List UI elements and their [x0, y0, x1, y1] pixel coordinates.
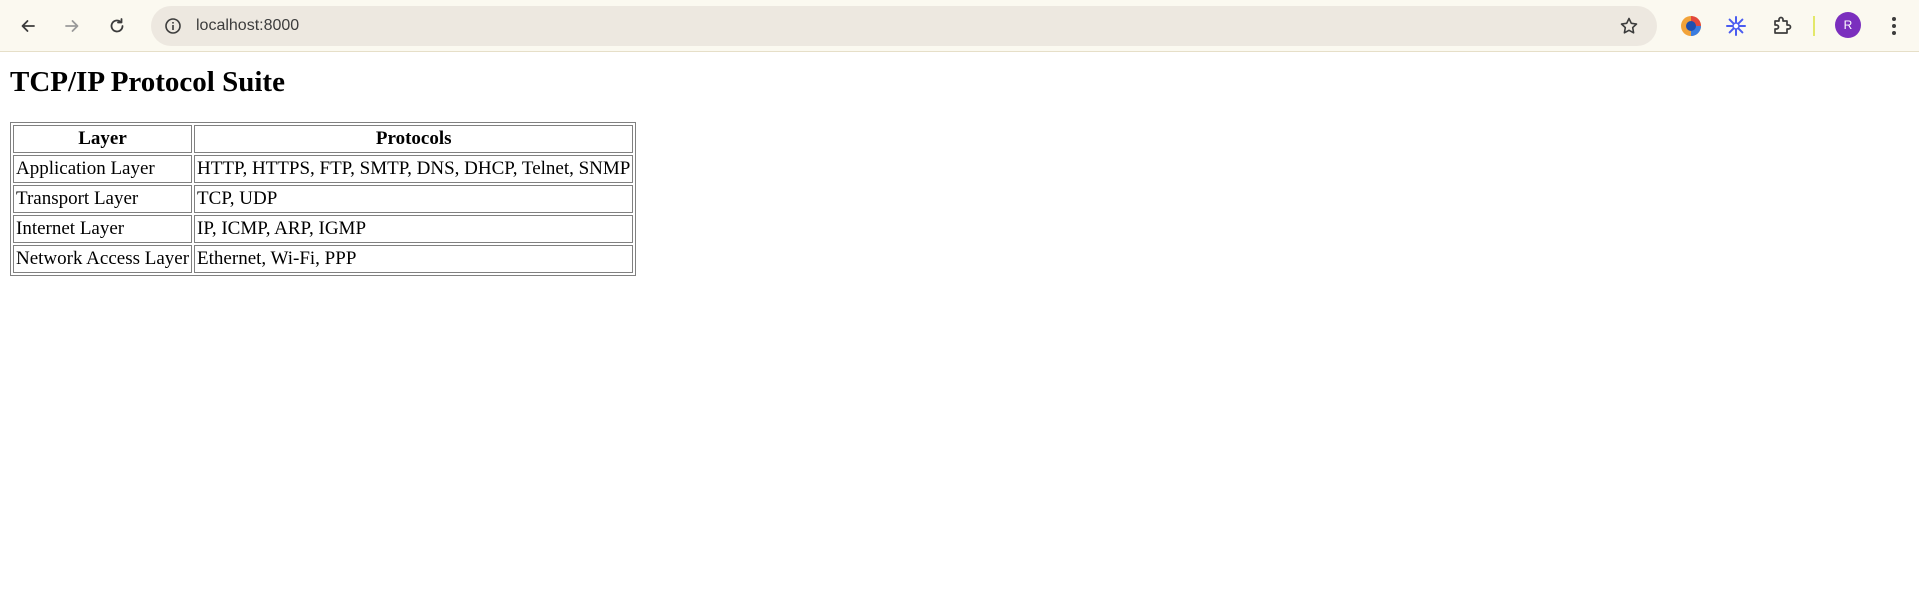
star-icon[interactable]	[1617, 14, 1641, 38]
protocols-cell: IP, ICMP, ARP, IGMP	[194, 215, 634, 243]
protocol-table: Layer Protocols Application Layer HTTP, …	[10, 122, 637, 276]
info-icon[interactable]	[161, 14, 185, 38]
layer-cell: Application Layer	[13, 155, 193, 183]
snowflake-extension-icon[interactable]	[1722, 12, 1750, 40]
toolbar-divider	[1813, 16, 1815, 36]
protocols-cell: HTTP, HTTPS, FTP, SMTP, DNS, DHCP, Telne…	[194, 155, 634, 183]
table-row: Internet Layer IP, ICMP, ARP, IGMP	[13, 215, 634, 243]
page-content: TCP/IP Protocol Suite Layer Protocols Ap…	[10, 64, 637, 276]
colorful-extension-icon[interactable]	[1677, 12, 1705, 40]
address-bar[interactable]: localhost:8000	[151, 6, 1657, 46]
table-header-row: Layer Protocols	[13, 125, 634, 153]
layer-cell: Internet Layer	[13, 215, 193, 243]
column-header-layer: Layer	[13, 125, 193, 153]
protocols-cell: TCP, UDP	[194, 185, 634, 213]
layer-cell: Transport Layer	[13, 185, 193, 213]
table-row: Application Layer HTTP, HTTPS, FTP, SMTP…	[13, 155, 634, 183]
reload-icon	[110, 18, 124, 33]
table-row: Transport Layer TCP, UDP	[13, 185, 634, 213]
arrow-right-icon	[65, 20, 79, 32]
puzzle-icon[interactable]	[1768, 12, 1796, 40]
table-row: Network Access Layer Ethernet, Wi-Fi, PP…	[13, 245, 634, 273]
forward-button[interactable]	[56, 10, 88, 42]
protocols-cell: Ethernet, Wi-Fi, PPP	[194, 245, 634, 273]
arrow-left-icon	[21, 20, 35, 32]
page-title: TCP/IP Protocol Suite	[10, 66, 285, 98]
avatar[interactable]: R	[1835, 12, 1861, 38]
back-button[interactable]	[12, 10, 44, 42]
browser-toolbar: localhost:8000 R	[0, 0, 1919, 52]
column-header-protocols: Protocols	[194, 125, 634, 153]
reload-button[interactable]	[101, 10, 133, 42]
kebab-menu-icon[interactable]	[1880, 12, 1908, 40]
layer-cell: Network Access Layer	[13, 245, 193, 273]
url-text[interactable]: localhost:8000	[196, 6, 299, 46]
